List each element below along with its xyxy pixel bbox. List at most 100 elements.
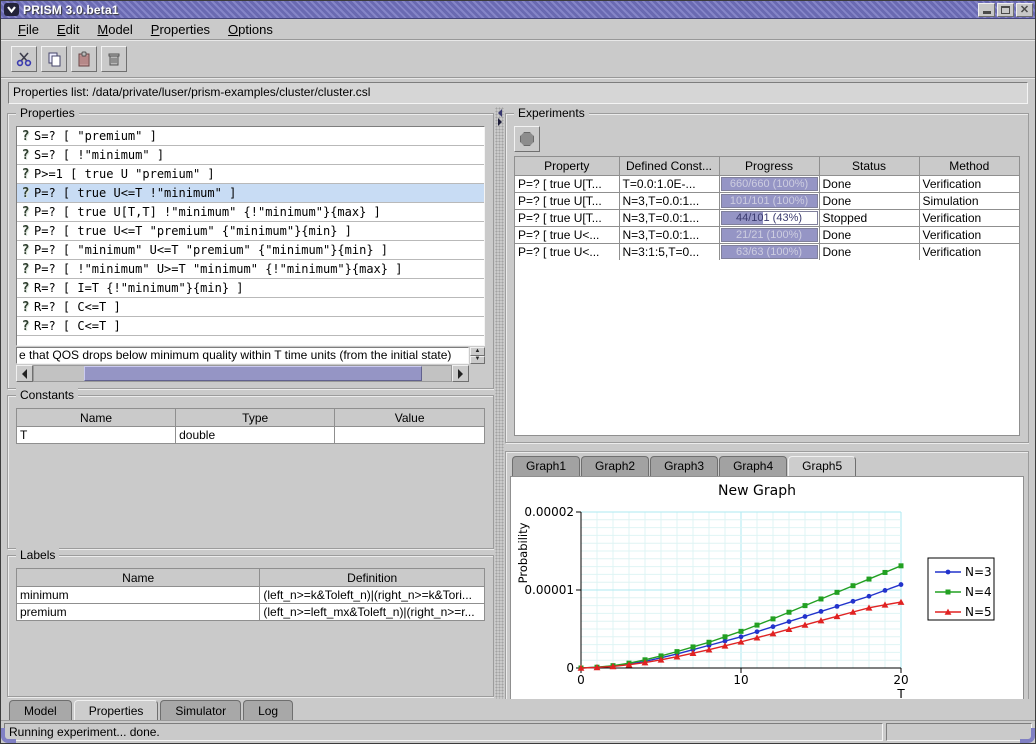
properties-list[interactable]: ?S=? [ "premium" ]?S=? [ !"minimum" ]?P>…	[16, 126, 485, 346]
column-header: Status	[819, 157, 919, 175]
property-text: P=? [ true U<=T !"minimum" ]	[34, 186, 236, 200]
property-row[interactable]: ?S=? [ !"minimum" ]	[17, 146, 484, 165]
stop-experiment-button[interactable]	[514, 126, 540, 152]
menu-model[interactable]: Model	[88, 20, 141, 39]
toolbar	[1, 41, 1035, 77]
tab-log[interactable]: Log	[243, 700, 293, 720]
maximize-button[interactable]	[997, 3, 1014, 17]
svg-text:10: 10	[733, 673, 748, 687]
close-button[interactable]: ✕	[1016, 3, 1033, 17]
svg-text:20: 20	[893, 673, 908, 687]
tab-graph1[interactable]: Graph1	[512, 456, 580, 476]
window-menu-icon[interactable]	[4, 3, 19, 16]
tab-graph2[interactable]: Graph2	[581, 456, 649, 476]
prism-window: PRISM 3.0.beta1 ✕ FileEditModelPropertie…	[0, 0, 1036, 744]
right-panel: Experiments PropertyDefined Const...Prog…	[505, 107, 1029, 699]
tab-graph5[interactable]: Graph5	[788, 456, 856, 476]
window-title: PRISM 3.0.beta1	[23, 3, 119, 17]
menu-file[interactable]: File	[9, 20, 48, 39]
collapse-left-icon[interactable]	[498, 109, 502, 117]
line-chart: 00.000010.0000201020New GraphTProbabilit…	[511, 477, 1011, 699]
property-row[interactable]: ?R=? [ C<=T ]	[17, 317, 484, 336]
svg-text:0.00001: 0.00001	[524, 583, 574, 597]
question-icon: ?	[17, 300, 34, 315]
copy-icon	[46, 51, 62, 67]
property-text: S=? [ !"minimum" ]	[34, 148, 164, 162]
property-row[interactable]: ?P=? [ "minimum" U<=T "premium" {"minimu…	[17, 241, 484, 260]
experiment-constants-cell: N=3:1:5,T=0...	[619, 243, 719, 260]
label-row[interactable]: premium(left_n>=left_mx&Toleft_n)|(right…	[17, 604, 485, 621]
constants-group: Constants NameTypeValueTdouble	[7, 395, 494, 549]
property-text: R=? [ C<=T ]	[34, 319, 121, 333]
tab-graph3[interactable]: Graph3	[650, 456, 718, 476]
property-row[interactable]: ?P=? [ true U<=T !"minimum" ]	[17, 184, 484, 203]
experiments-group: Experiments PropertyDefined Const...Prog…	[505, 113, 1029, 443]
delete-icon	[106, 51, 122, 67]
scroll-left-button[interactable]	[16, 365, 33, 382]
experiment-method-cell: Verification	[919, 209, 1019, 226]
question-icon: ?	[17, 262, 34, 277]
paste-button[interactable]	[71, 46, 97, 72]
menu-properties[interactable]: Properties	[142, 20, 219, 39]
collapse-right-icon[interactable]	[498, 118, 502, 126]
tab-simulator[interactable]: Simulator	[160, 700, 241, 720]
split-pane-divider[interactable]	[495, 107, 504, 699]
property-row[interactable]: ?R=? [ I=T {!"minimum"}{min} ]	[17, 279, 484, 298]
property-text: S=? [ "premium" ]	[34, 129, 157, 143]
delete-button[interactable]	[101, 46, 127, 72]
copy-button[interactable]	[41, 46, 67, 72]
label-row[interactable]: minimum(left_n>=k&Toleft_n)|(right_n>=k&…	[17, 587, 485, 604]
experiment-row[interactable]: P=? [ true U[T...T=0.0:1.0E-...660/660 (…	[515, 175, 1019, 192]
experiment-method-cell: Simulation	[919, 192, 1019, 209]
tab-graph4[interactable]: Graph4	[719, 456, 787, 476]
experiment-row[interactable]: P=? [ true U<...N=3:1:5,T=0...63/63 (100…	[515, 243, 1019, 260]
experiment-status-cell: Done	[819, 243, 919, 260]
scroll-right-button[interactable]	[452, 365, 469, 382]
property-row[interactable]: ?R=? [ C<=T ]	[17, 298, 484, 317]
property-row[interactable]: ?P>=1 [ true U "premium" ]	[17, 165, 484, 184]
question-icon: ?	[17, 167, 34, 182]
property-text: P>=1 [ true U "premium" ]	[34, 167, 215, 181]
experiment-row[interactable]: P=? [ true U<...N=3,T=0.0:1...21/21 (100…	[515, 226, 1019, 243]
cut-button[interactable]	[11, 46, 37, 72]
minimize-button[interactable]	[978, 3, 995, 17]
properties-group: Properties ?S=? [ "premium" ]?S=? [ !"mi…	[7, 113, 494, 389]
experiment-row[interactable]: P=? [ true U[T...N=3,T=0.0:1...44/101 (4…	[515, 209, 1019, 226]
property-row[interactable]: ?P=? [ true U[T,T] !"minimum" {!"minimum…	[17, 203, 484, 222]
stop-icon	[520, 132, 534, 146]
cell: (left_n>=left_mx&Toleft_n)|(right_n>=r..…	[260, 604, 485, 621]
experiment-constants-cell: N=3,T=0.0:1...	[619, 209, 719, 226]
scrollbar-thumb[interactable]	[84, 366, 422, 381]
window-resize-corner[interactable]	[1020, 728, 1035, 743]
property-comment[interactable]: e that QOS drops below minimum quality w…	[16, 347, 469, 364]
cell: minimum	[17, 587, 260, 604]
experiment-row[interactable]: P=? [ true U[T...N=3,T=0.0:1...101/101 (…	[515, 192, 1019, 209]
title-bar: PRISM 3.0.beta1 ✕	[1, 1, 1035, 19]
menu-edit[interactable]: Edit	[48, 20, 88, 39]
window-controls: ✕	[978, 3, 1033, 17]
constant-row[interactable]: Tdouble	[17, 427, 485, 444]
scroll-down-button[interactable]: ▼	[470, 356, 485, 365]
column-header: Name	[17, 569, 260, 587]
tab-model[interactable]: Model	[9, 700, 72, 720]
property-text: P=? [ !"minimum" U>=T "minimum" {!"minim…	[34, 262, 402, 276]
scrollbar-track[interactable]	[33, 365, 452, 382]
main-area: Properties ?S=? [ "premium" ]?S=? [ !"mi…	[1, 107, 1035, 699]
menu-options[interactable]: Options	[219, 20, 282, 39]
property-row[interactable]: ?P=? [ true U<=T "premium" {"minimum"}{m…	[17, 222, 484, 241]
column-header: Defined Const...	[619, 157, 719, 175]
paste-icon	[76, 51, 92, 67]
progress-bar: 101/101 (100%)	[721, 194, 818, 208]
right-arrow-icon	[458, 369, 463, 379]
svg-text:New Graph: New Graph	[718, 483, 796, 499]
question-icon: ?	[17, 148, 34, 163]
tab-properties[interactable]: Properties	[74, 700, 159, 720]
horizontal-scrollbar	[16, 365, 485, 382]
svg-text:T: T	[896, 687, 905, 699]
scroll-up-button[interactable]: ▲	[470, 347, 485, 356]
property-row[interactable]: ?P=? [ !"minimum" U>=T "minimum" {!"mini…	[17, 260, 484, 279]
experiment-constants-cell: T=0.0:1.0E-...	[619, 175, 719, 192]
experiment-progress-cell: 63/63 (100%)	[719, 243, 819, 260]
property-row[interactable]: ?S=? [ "premium" ]	[17, 127, 484, 146]
svg-text:N=4: N=4	[965, 585, 992, 599]
